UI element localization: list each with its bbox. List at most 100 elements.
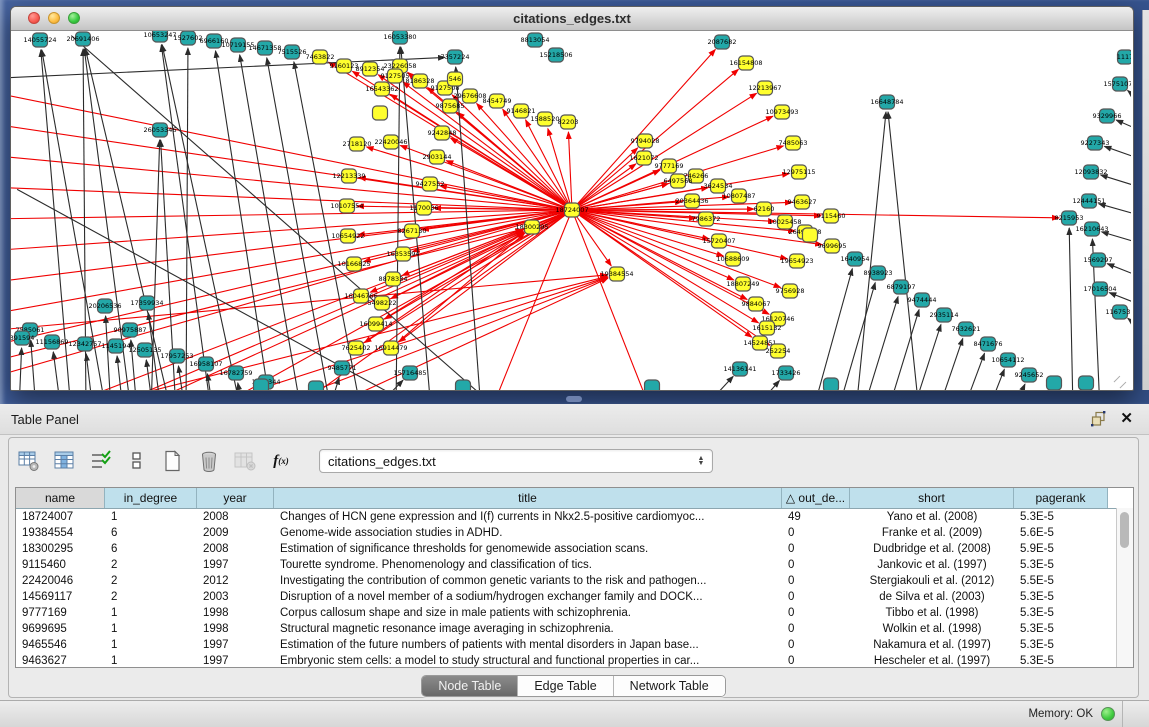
table-scrollbar[interactable] bbox=[1116, 508, 1133, 667]
new-table-icon[interactable] bbox=[161, 448, 185, 474]
table-cell[interactable]: 9463627 bbox=[16, 653, 105, 668]
function-builder-icon[interactable]: f(x) bbox=[269, 448, 293, 474]
graph-node[interactable]: 2718120 bbox=[343, 137, 372, 151]
table-row[interactable]: 946554611997Estimation of the future num… bbox=[16, 637, 1133, 653]
graph-edge[interactable] bbox=[17, 189, 432, 390]
panel-splitter-handle[interactable] bbox=[566, 396, 582, 402]
table-cell[interactable]: 5.3E-5 bbox=[1014, 589, 1108, 605]
table-cell[interactable]: 1 bbox=[105, 653, 197, 668]
table-row[interactable]: 946362711997Embryonic stem cells: a mode… bbox=[16, 653, 1133, 668]
graph-edge[interactable] bbox=[915, 325, 941, 390]
graph-edge[interactable] bbox=[857, 112, 886, 390]
graph-node[interactable]: 20691406 bbox=[66, 32, 99, 46]
graph-node[interactable]: 16543362 bbox=[365, 82, 398, 96]
table-cell[interactable]: 1997 bbox=[197, 637, 274, 653]
table-cell[interactable]: 1998 bbox=[197, 605, 274, 621]
table-cell[interactable]: 5.3E-5 bbox=[1014, 637, 1108, 653]
graph-node[interactable]: 19654923 bbox=[780, 254, 813, 268]
graph-edge[interactable] bbox=[940, 338, 963, 390]
table-cell[interactable]: 5.3E-5 bbox=[1014, 621, 1108, 637]
table-cell[interactable]: 5.3E-5 bbox=[1014, 509, 1108, 525]
table-cell[interactable]: 1997 bbox=[197, 653, 274, 668]
graph-edge[interactable] bbox=[390, 94, 566, 206]
graph-node[interactable]: 1527602 bbox=[174, 31, 203, 45]
graph-node[interactable]: 8267130 bbox=[398, 224, 427, 238]
network-canvas[interactable]: 1405572420691406106532471527602696616010… bbox=[11, 31, 1131, 390]
graph-edge[interactable] bbox=[11, 212, 565, 376]
table-cell[interactable]: 2008 bbox=[197, 541, 274, 557]
graph-edge[interactable] bbox=[865, 297, 898, 390]
graph-node[interactable]: 7485063 bbox=[779, 136, 808, 150]
table-mode-icon[interactable] bbox=[17, 448, 41, 474]
show-columns-icon[interactable] bbox=[53, 448, 77, 474]
graph-node[interactable]: 7625402 bbox=[342, 341, 371, 355]
graph-node[interactable]: 9875685 bbox=[436, 99, 465, 113]
graph-edge[interactable] bbox=[240, 55, 300, 390]
graph-node[interactable]: 9227343 bbox=[1081, 136, 1110, 150]
graph-edge[interactable] bbox=[186, 48, 188, 390]
column-header-short[interactable]: short bbox=[850, 488, 1014, 508]
table-cell[interactable]: Jankovic et al. (1997) bbox=[850, 557, 1014, 573]
graph-edge[interactable] bbox=[161, 45, 210, 390]
table-row[interactable]: 1456911722003Disruption of a novel membe… bbox=[16, 589, 1133, 605]
float-panel-icon[interactable] bbox=[1091, 411, 1107, 427]
graph-node[interactable]: 12213339 bbox=[332, 169, 365, 183]
graph-node[interactable]: 16210643 bbox=[1075, 222, 1108, 236]
graph-node[interactable]: 7515526 bbox=[278, 45, 307, 59]
graph-node[interactable]: 8471676 bbox=[974, 337, 1003, 351]
table-cell[interactable]: 2009 bbox=[197, 525, 274, 541]
graph-edge[interactable] bbox=[11, 210, 565, 219]
graph-node[interactable]: 12444151 bbox=[1072, 194, 1105, 208]
table-cell[interactable]: 0 bbox=[782, 589, 850, 605]
graph-node[interactable]: 1640954 bbox=[841, 252, 870, 266]
column-header-pagerank[interactable]: pagerank bbox=[1014, 488, 1108, 508]
graph-node[interactable]: 12093832 bbox=[1074, 165, 1107, 179]
graph-edge[interactable] bbox=[1099, 204, 1131, 215]
table-cell[interactable]: 0 bbox=[782, 541, 850, 557]
table-cell[interactable]: 9777169 bbox=[16, 605, 105, 621]
table-cell[interactable]: 9115460 bbox=[16, 557, 105, 573]
tab-edge-table[interactable]: Edge Table bbox=[517, 676, 612, 696]
graph-node[interactable]: 1733426 bbox=[772, 366, 801, 380]
graph-edge[interactable] bbox=[1069, 228, 1073, 390]
table-cell[interactable]: Corpus callosum shape and size in male p… bbox=[274, 605, 782, 621]
table-cell[interactable]: Hescheler et al. (1997) bbox=[850, 653, 1014, 668]
graph-node[interactable] bbox=[824, 378, 839, 390]
graph-edge[interactable] bbox=[1128, 90, 1131, 101]
table-cell[interactable]: 2 bbox=[105, 589, 197, 605]
graph-node[interactable]: 62160 bbox=[754, 202, 775, 216]
table-cell[interactable]: 18300295 bbox=[16, 541, 105, 557]
graph-edge[interactable] bbox=[991, 369, 1005, 390]
table-row[interactable]: 1830029562008Estimation of significance … bbox=[16, 541, 1133, 557]
graph-node[interactable]: 82203 bbox=[558, 115, 579, 129]
table-cell[interactable]: 2 bbox=[105, 557, 197, 573]
graph-node[interactable]: 16053380 bbox=[383, 31, 416, 44]
graph-edge[interactable] bbox=[568, 132, 571, 203]
table-cell[interactable]: 0 bbox=[782, 605, 850, 621]
graph-node[interactable]: 10654112 bbox=[991, 353, 1024, 367]
table-row[interactable]: 2242004622012Investigating the contribut… bbox=[16, 573, 1133, 589]
table-cell[interactable]: 2 bbox=[105, 573, 197, 589]
table-cell[interactable]: 1997 bbox=[197, 557, 274, 573]
graph-edge[interactable] bbox=[456, 67, 481, 390]
graph-node[interactable]: 90975887 bbox=[113, 323, 146, 337]
graph-node[interactable]: 14136141 bbox=[723, 362, 756, 376]
graph-node[interactable]: 1117 bbox=[1117, 50, 1131, 64]
table-cell[interactable]: Structural magnetic resonance image aver… bbox=[274, 621, 782, 637]
graph-node[interactable]: 9474444 bbox=[908, 293, 937, 307]
table-cell[interactable]: 9699695 bbox=[16, 621, 105, 637]
graph-node[interactable]: 1569297 bbox=[1084, 253, 1113, 267]
graph-node[interactable]: 8813054 bbox=[521, 33, 550, 47]
graph-node[interactable]: 11156869 bbox=[35, 335, 68, 349]
graph-node[interactable]: 14055724 bbox=[23, 33, 56, 47]
table-cell[interactable]: Investigating the contribution of common… bbox=[274, 573, 782, 589]
graph-edge[interactable] bbox=[216, 51, 270, 390]
graph-node[interactable]: 10653247 bbox=[143, 31, 176, 42]
table-cell[interactable]: 5.3E-5 bbox=[1014, 557, 1108, 573]
table-cell[interactable]: 49 bbox=[782, 509, 850, 525]
graph-node[interactable]: 3624534 bbox=[704, 179, 733, 193]
graph-node[interactable]: 15716485 bbox=[393, 366, 426, 380]
graph-node[interactable]: 10807487 bbox=[722, 189, 755, 203]
graph-node[interactable]: 12342757 bbox=[68, 337, 101, 351]
table-cell[interactable]: 0 bbox=[782, 637, 850, 653]
